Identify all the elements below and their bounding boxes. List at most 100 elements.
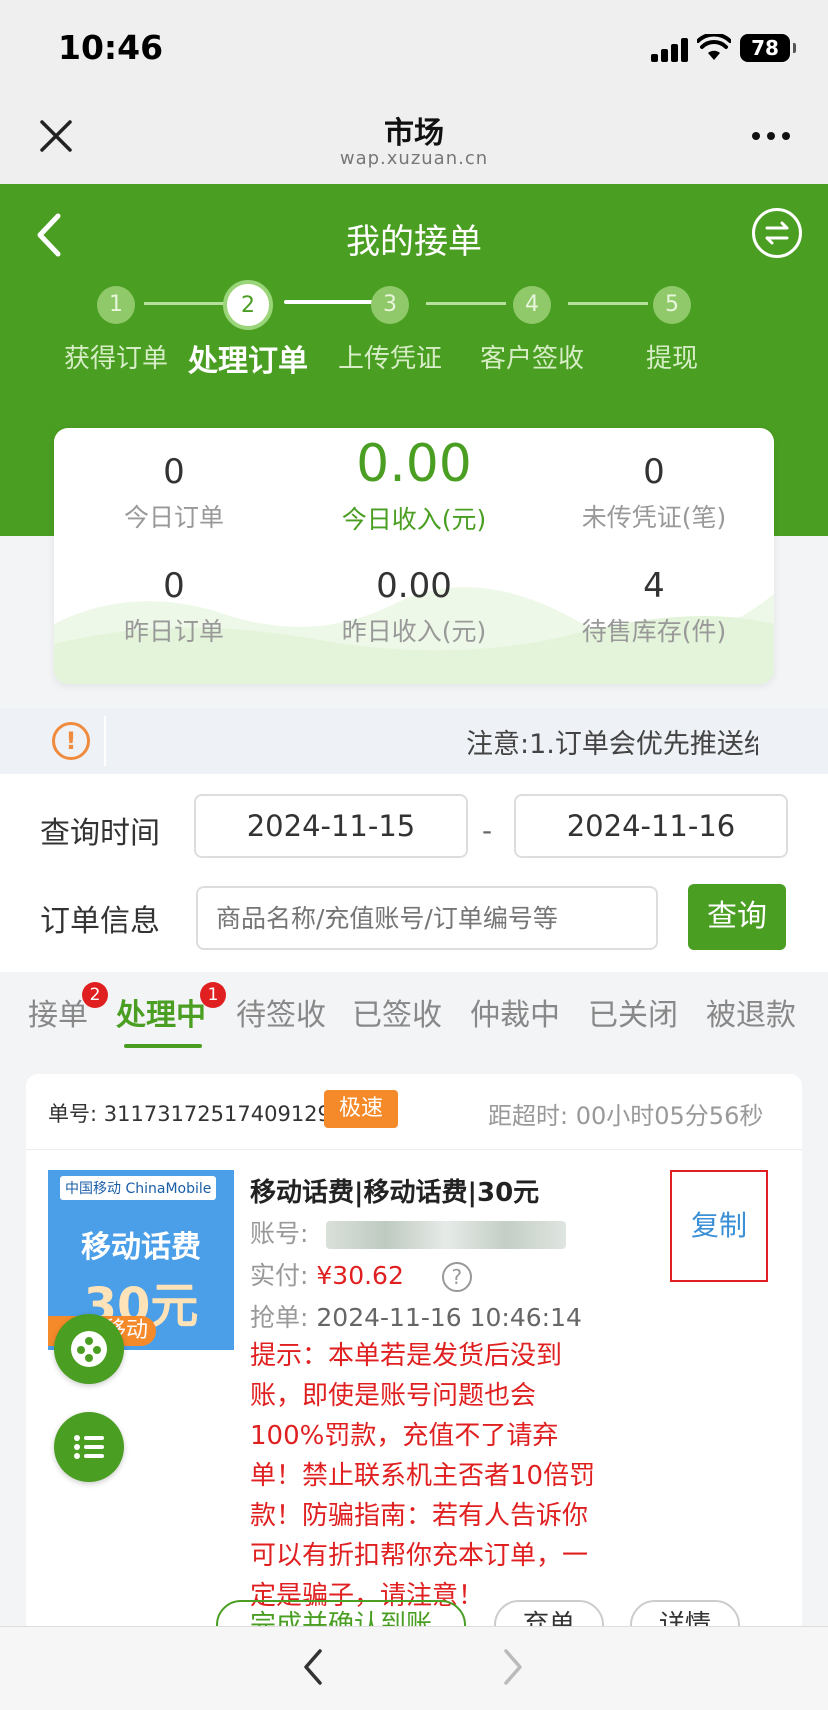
page-title: 我的接单: [346, 222, 482, 262]
tab-label: 接单: [28, 998, 88, 1033]
timeout-label: 距超时:: [488, 1102, 569, 1130]
grab-row: 抢单: 2024-11-16 10:46:14: [250, 1298, 582, 1334]
account-row: 账号:: [250, 1214, 567, 1250]
stat-today-income: 0.00 今日收入(元): [294, 434, 534, 536]
stat-label: 待售库存(件): [581, 617, 727, 646]
stat-value: 0: [163, 566, 185, 606]
order-search-input[interactable]: [196, 886, 658, 950]
timeout-countdown: 距超时: 00小时05分56秒: [488, 1096, 763, 1131]
browser-forward-icon[interactable]: [502, 1647, 526, 1687]
date-to-field[interactable]: 2024-11-16: [514, 794, 788, 858]
step-number: 1: [97, 286, 135, 324]
tab-label: 处理中: [116, 998, 206, 1033]
battery-icon: 78: [740, 34, 796, 62]
tab-signed[interactable]: 已签收: [352, 990, 442, 1034]
film-reel-icon: [71, 1331, 107, 1367]
stat-value: 4: [643, 566, 665, 606]
grab-time: 2024-11-16 10:46:14: [316, 1303, 582, 1332]
stat-pending-voucher: 0 未传凭证(笔): [534, 452, 774, 534]
stat-label: 昨日订单: [123, 617, 224, 646]
step-1: 1 获得订单: [46, 286, 186, 375]
reel-fab[interactable]: [54, 1314, 124, 1384]
stat-yesterday-orders: 0 昨日订单: [54, 566, 294, 648]
fast-tag: 极速: [324, 1090, 398, 1128]
paid-row: 实付: ¥30.62 ?: [250, 1256, 472, 1292]
tab-to-sign[interactable]: 待签收: [236, 990, 326, 1034]
stat-label: 昨日收入(元): [341, 617, 487, 646]
account-value-blurred: [326, 1221, 567, 1249]
list-icon: [74, 1435, 104, 1459]
stat-value: 0.00: [376, 566, 452, 606]
step-number: 5: [653, 286, 691, 324]
status-bar: 10:46 78: [0, 0, 828, 96]
more-icon[interactable]: [752, 132, 792, 142]
browser-back-icon[interactable]: [300, 1647, 324, 1687]
stat-today-orders: 0 今日订单: [54, 452, 294, 534]
date-from-field[interactable]: 2024-11-15: [194, 794, 468, 858]
copy-button[interactable]: 复制: [670, 1170, 768, 1282]
stat-label: 未传凭证(笔): [581, 503, 727, 532]
query-time-label: 查询时间: [40, 816, 160, 851]
tab-refunded[interactable]: 被退款: [706, 990, 796, 1034]
tab-processing[interactable]: 处理中 1: [116, 982, 226, 1034]
date-separator: -: [482, 814, 493, 847]
step-4: 4 客户签收: [462, 286, 602, 375]
tab-closed[interactable]: 已关闭: [588, 990, 678, 1034]
order-info-label: 订单信息: [40, 904, 160, 939]
stats-card: 0 今日订单 0.00 今日收入(元) 0 未传凭证(笔) 0 昨日订单 0.0…: [54, 428, 774, 684]
stat-value: 0: [643, 452, 665, 492]
step-label: 获得订单: [63, 344, 168, 374]
order-number-value: 31173172517409129: [103, 1102, 331, 1126]
step-5: 5 提现: [602, 286, 742, 375]
step-number: 3: [371, 286, 409, 324]
step-2: 2 处理订单: [178, 280, 318, 380]
step-label: 提现: [645, 344, 698, 374]
help-icon[interactable]: ?: [441, 1262, 472, 1292]
browser-nav-bar: 市场 wap.xuzuan.cn: [0, 96, 828, 184]
order-status-tabs: 接单 2 处理中 1 待签收 已签收 仲裁中 已关闭 被退款: [0, 972, 828, 1068]
query-button[interactable]: 查询: [688, 884, 786, 950]
notice-bar[interactable]: ! 注意:1.订单会优先推送给: [0, 708, 828, 774]
product-name: 移动话费|移动话费|30元: [250, 1178, 540, 1208]
step-label: 客户签收: [479, 344, 584, 374]
divider: [104, 716, 106, 766]
query-form: 查询时间 2024-11-15 - 2024-11-16 订单信息 查询: [0, 774, 828, 972]
product-image-text: 移动话费: [81, 1230, 201, 1265]
stat-value: 0: [163, 452, 185, 492]
step-number: 4: [513, 286, 551, 324]
cellular-signal-icon: [651, 38, 691, 62]
alert-icon: !: [52, 722, 90, 760]
account-label: 账号:: [250, 1219, 309, 1248]
browser-url: wap.xuzuan.cn: [339, 148, 489, 169]
order-warning: 提示：本单若是发货后没到账，即使是账号问题也会100%罚款，充值不了请弃单！禁止…: [250, 1341, 596, 1611]
status-time: 10:46: [58, 28, 164, 67]
tab-badge: 1: [200, 982, 226, 1008]
stat-value: 0.00: [356, 434, 472, 494]
step-3: 3 上传凭证: [320, 286, 460, 375]
stat-label: 今日订单: [123, 503, 224, 532]
paid-amount: ¥30.62: [316, 1261, 404, 1290]
browser-title: 市场: [384, 116, 444, 151]
order-header: 单号: 31173172517409129 极速 距超时: 00小时05分56秒: [26, 1074, 802, 1150]
tab-accept[interactable]: 接单 2: [28, 982, 108, 1034]
grab-label: 抢单:: [250, 1303, 309, 1332]
list-fab[interactable]: [54, 1412, 124, 1482]
timeout-value: 00小时05分56秒: [575, 1102, 764, 1130]
browser-bottom-bar: [0, 1626, 828, 1710]
step-label: 处理订单: [188, 344, 308, 379]
switch-icon[interactable]: [752, 208, 802, 258]
order-card: 单号: 31173172517409129 极速 距超时: 00小时05分56秒…: [26, 1074, 802, 1650]
active-tab-underline: [124, 1044, 202, 1048]
china-mobile-logo: 中国移动 ChinaMobile: [60, 1176, 217, 1200]
notice-text: 注意:1.订单会优先推送给: [466, 729, 758, 760]
stat-stock: 4 待售库存(件): [534, 566, 774, 648]
stat-label: 今日收入(元): [341, 505, 487, 534]
order-number: 单号: 31173172517409129: [48, 1098, 331, 1128]
stat-yesterday-income: 0.00 昨日收入(元): [294, 566, 534, 648]
step-number: 2: [223, 280, 273, 330]
wifi-icon: [697, 34, 731, 60]
tab-badge: 2: [82, 982, 108, 1008]
order-number-label: 单号:: [48, 1102, 98, 1126]
step-label: 上传凭证: [337, 344, 442, 374]
tab-arbitration[interactable]: 仲裁中: [470, 990, 560, 1034]
